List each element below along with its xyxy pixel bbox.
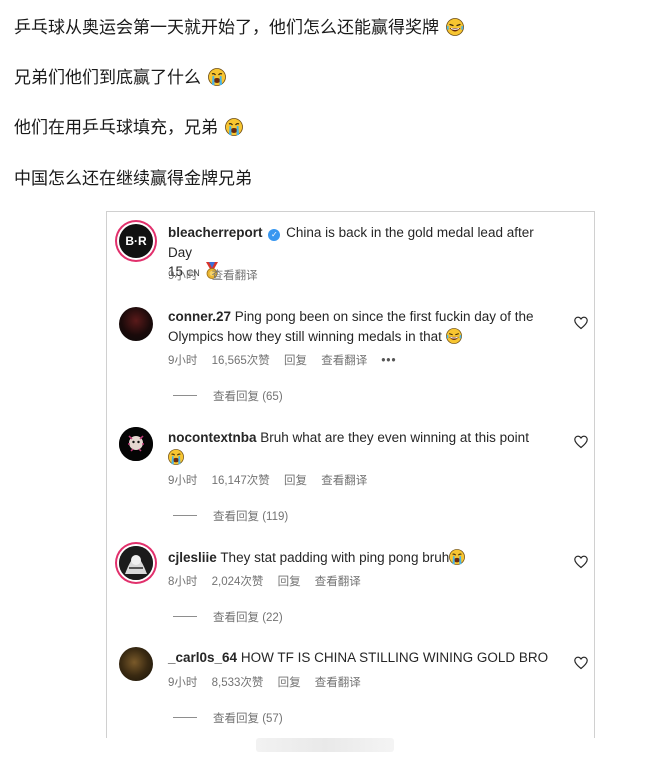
avatar-image <box>119 546 153 580</box>
divider <box>173 395 197 396</box>
see-translation-link[interactable]: 查看翻译 <box>315 576 361 588</box>
comment-meta: 9小时 16,565次赞 回复 查看翻译 ••• <box>168 352 408 368</box>
view-replies-label: 查看回复 (22) <box>213 612 283 624</box>
likes-count[interactable]: 16,147次赞 <box>212 475 270 487</box>
caption-meta: 9小时 查看翻译 <box>168 267 269 283</box>
avatar[interactable] <box>119 546 153 580</box>
like-heart-icon[interactable] <box>574 656 588 670</box>
reply-button[interactable]: 回复 <box>278 576 301 588</box>
comment-body: conner.27 Ping pong been on since the fi… <box>168 307 558 346</box>
comments-screenshot: B·R bleacherreport ✓ China is back in th… <box>106 211 595 738</box>
comment-text-a: They stat padding with ping pong bruh <box>220 550 450 565</box>
likes-count[interactable]: 16,565次赞 <box>212 355 270 367</box>
post-line-4-text: 中国怎么还在继续赢得金牌兄弟 <box>14 169 252 189</box>
divider <box>173 717 197 718</box>
avatar-label: B·R <box>125 234 147 248</box>
view-replies-button[interactable]: 查看回复 (57) <box>173 710 283 726</box>
like-heart-icon[interactable] <box>574 555 588 569</box>
laughing-crying-emoji-icon <box>446 18 465 36</box>
post-line-4: 中国怎么还在继续赢得金牌兄弟 <box>14 168 644 190</box>
comment-body: _carl0s_64 HOW TF IS CHINA STILLING WINI… <box>168 648 558 668</box>
username[interactable]: nocontextnba <box>168 430 257 445</box>
watermark-strip <box>256 738 394 752</box>
laughing-crying-emoji-icon <box>445 327 462 344</box>
time-label: 9小时 <box>168 270 198 282</box>
view-replies-button[interactable]: 查看回复 (22) <box>173 609 283 625</box>
see-translation-link[interactable]: 查看翻译 <box>212 270 258 282</box>
avatar[interactable] <box>119 427 153 461</box>
avatar[interactable] <box>119 307 153 341</box>
reply-button[interactable]: 回复 <box>284 355 307 367</box>
time-label: 9小时 <box>168 475 198 487</box>
like-heart-icon[interactable] <box>574 316 588 330</box>
view-replies-label: 查看回复 (119) <box>213 511 289 523</box>
verified-badge-icon: ✓ <box>268 229 281 241</box>
post-line-2: 兄弟们他们到底赢了什么 <box>14 67 644 89</box>
post-line-1-text: 乒乓球从奥运会第一天就开始了，他们怎么还能赢得奖牌 <box>14 18 439 38</box>
post-line-1: 乒乓球从奥运会第一天就开始了，他们怎么还能赢得奖牌 <box>14 17 644 39</box>
avatar-image <box>119 427 153 461</box>
likes-count[interactable]: 8,533次赞 <box>212 677 264 689</box>
comment-text-a: Bruh what are they even winning at this … <box>260 430 529 445</box>
view-replies-label: 查看回复 (57) <box>213 713 283 725</box>
divider <box>173 515 197 516</box>
comment-body: cjlesliie They stat padding with ping po… <box>168 548 558 568</box>
post-line-3: 他们在用乒乓球填充，兄弟 <box>14 117 644 139</box>
view-replies-button[interactable]: 查看回复 (119) <box>173 508 288 524</box>
username[interactable]: conner.27 <box>168 309 231 324</box>
likes-count[interactable]: 2,024次赞 <box>212 576 264 588</box>
comment-text-a: HOW TF IS CHINA STILLING WINING GOLD BRO <box>240 650 549 665</box>
like-heart-icon[interactable] <box>574 435 588 449</box>
comment-text-b: Olympics how they still winning medals i… <box>168 328 442 344</box>
comment-meta: 9小时 8,533次赞 回复 查看翻译 <box>168 674 372 690</box>
crying-emoji-icon <box>225 118 244 136</box>
post-line-2-text: 兄弟们他们到底赢了什么 <box>14 68 201 88</box>
username[interactable]: bleacherreport <box>168 225 263 240</box>
view-replies-button[interactable]: 查看回复 (65) <box>173 388 283 404</box>
reply-button[interactable]: 回复 <box>284 475 307 487</box>
reply-button[interactable]: 回复 <box>278 677 301 689</box>
crying-emoji-icon <box>449 549 466 565</box>
username[interactable]: cjlesliie <box>168 550 217 565</box>
time-label: 8小时 <box>168 576 198 588</box>
avatar[interactable] <box>119 647 153 681</box>
avatar[interactable]: B·R <box>119 224 153 258</box>
comment-meta: 9小时 16,147次赞 回复 查看翻译 <box>168 472 378 488</box>
see-translation-link[interactable]: 查看翻译 <box>321 355 367 367</box>
comment-text-a: Ping pong been on since the first fuckin… <box>234 309 534 324</box>
comment-meta: 8小时 2,024次赞 回复 查看翻译 <box>168 573 372 589</box>
username[interactable]: _carl0s_64 <box>168 650 237 665</box>
see-translation-link[interactable]: 查看翻译 <box>315 677 361 689</box>
post-line-3-text: 他们在用乒乓球填充，兄弟 <box>14 118 218 138</box>
comment-body: nocontextnba Bruh what are they even win… <box>168 428 558 467</box>
crying-emoji-icon <box>168 448 184 465</box>
see-translation-link[interactable]: 查看翻译 <box>321 475 367 487</box>
crying-emoji-icon <box>208 68 227 86</box>
time-label: 9小时 <box>168 355 198 367</box>
view-replies-label: 查看回复 (65) <box>213 391 283 403</box>
divider <box>173 616 197 617</box>
time-label: 9小时 <box>168 677 198 689</box>
more-options-icon[interactable]: ••• <box>381 355 396 367</box>
